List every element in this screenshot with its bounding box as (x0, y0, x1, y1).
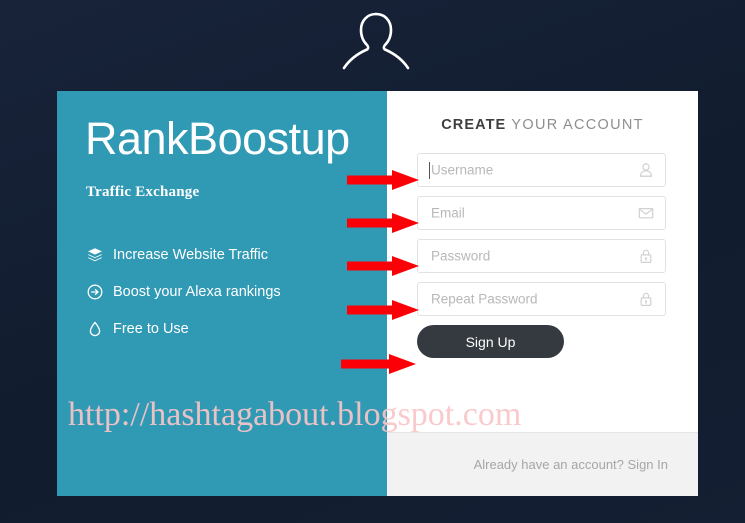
arrow-to-signup-button (341, 353, 416, 375)
arrow-to-email (347, 212, 419, 234)
feature-label: Boost your Alexa rankings (113, 283, 281, 300)
form-heading-strong: CREATE (441, 117, 507, 133)
feature-label: Increase Website Traffic (113, 246, 269, 263)
signup-card: RankBoostup Traffic Exchange Increase We… (57, 91, 698, 496)
sign-in-link[interactable]: Already have an account? Sign In (474, 457, 668, 472)
email-placeholder: Email (431, 205, 465, 221)
brand-tagline: Traffic Exchange (86, 184, 200, 200)
arrow-to-username (347, 169, 419, 191)
layers-icon (87, 247, 113, 263)
lock-icon (638, 291, 654, 307)
username-placeholder: Username (431, 162, 494, 178)
envelope-icon (638, 205, 654, 221)
email-input[interactable]: Email (417, 196, 666, 230)
lock-icon (638, 248, 654, 264)
form-fields: Username Email Password Repeat Password … (387, 133, 698, 358)
repeat-password-input[interactable]: Repeat Password (417, 282, 666, 316)
password-input[interactable]: Password (417, 239, 666, 273)
arrow-circle-right-icon (87, 284, 113, 300)
droplet-icon (87, 321, 113, 337)
feature-item-free-to-use: Free to Use (87, 310, 367, 347)
user-icon (638, 162, 654, 178)
arrow-to-password (347, 255, 419, 277)
user-silhouette-icon (334, 8, 418, 86)
repeat-password-placeholder: Repeat Password (431, 291, 538, 307)
arrow-to-repeat-password (347, 299, 419, 321)
feature-item-increase-traffic: Increase Website Traffic (87, 236, 367, 273)
form-heading: CREATE YOUR ACCOUNT (387, 117, 698, 133)
signup-form-panel: CREATE YOUR ACCOUNT Username Email Passw… (387, 91, 698, 496)
username-input[interactable]: Username (417, 153, 666, 187)
form-heading-rest: YOUR ACCOUNT (506, 117, 644, 133)
form-footer: Already have an account? Sign In (387, 432, 698, 496)
feature-list: Increase Website Traffic Boost your Alex… (87, 236, 367, 347)
password-placeholder: Password (431, 248, 491, 264)
feature-item-alexa-rankings: Boost your Alexa rankings (87, 273, 367, 310)
text-caret (429, 162, 430, 179)
brand-title: RankBoostup (85, 113, 350, 164)
feature-label: Free to Use (113, 320, 189, 337)
sign-up-button[interactable]: Sign Up (417, 325, 564, 358)
page-background: RankBoostup Traffic Exchange Increase We… (0, 0, 745, 523)
brand-panel: RankBoostup Traffic Exchange Increase We… (57, 91, 387, 496)
